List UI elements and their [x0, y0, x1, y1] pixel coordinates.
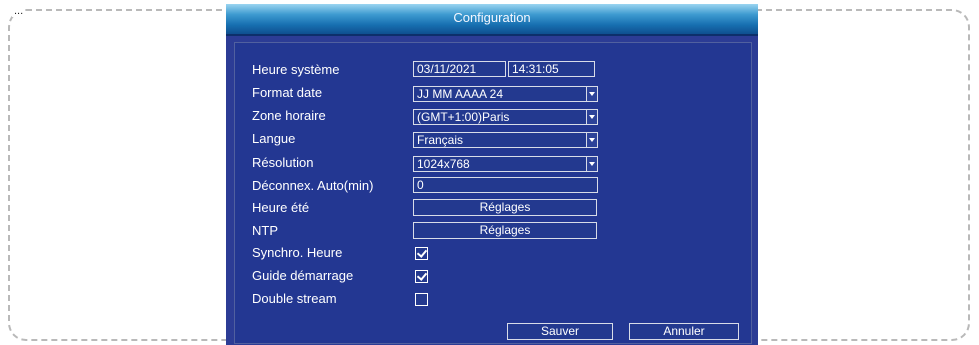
label-system-time: Heure système: [252, 62, 340, 77]
row-time-sync: Synchro. Heure: [235, 242, 751, 264]
auto-logout-input[interactable]: 0: [413, 177, 598, 193]
row-system-time: Heure système 03/11/2021 14:31:05: [235, 59, 751, 81]
configuration-dialog: Configuration Heure système 03/11/2021 1…: [226, 4, 758, 345]
resolution-select[interactable]: 1024x768: [413, 156, 598, 172]
dialog-title: Configuration: [226, 4, 758, 36]
language-select[interactable]: Français: [413, 132, 598, 148]
label-startup-guide: Guide démarrage: [252, 268, 354, 283]
daylight-saving-settings-button[interactable]: Réglages: [413, 199, 597, 216]
cancel-button[interactable]: Annuler: [629, 323, 739, 340]
label-daylight-saving: Heure été: [252, 200, 310, 215]
time-sync-checkbox[interactable]: [415, 247, 428, 260]
row-language: Langue Français: [235, 128, 751, 150]
double-stream-checkbox[interactable]: [415, 293, 428, 306]
ntp-settings-button[interactable]: Réglages: [413, 222, 597, 239]
chevron-down-icon[interactable]: [586, 133, 597, 147]
date-field[interactable]: 03/11/2021: [413, 61, 506, 77]
row-time-zone: Zone horaire (GMT+1:00)Paris: [235, 105, 751, 127]
label-double-stream: Double stream: [252, 291, 337, 306]
date-format-value: JJ MM AAAA 24: [417, 87, 504, 101]
label-time-sync: Synchro. Heure: [252, 245, 343, 260]
label-ntp: NTP: [252, 223, 278, 238]
label-auto-logout: Déconnex. Auto(min): [252, 178, 374, 193]
corner-label: ...: [12, 5, 26, 17]
chevron-down-icon[interactable]: [586, 87, 597, 101]
row-date-format: Format date JJ MM AAAA 24: [235, 82, 751, 104]
row-auto-logout: Déconnex. Auto(min) 0: [235, 175, 751, 197]
label-resolution: Résolution: [252, 155, 314, 170]
time-zone-select[interactable]: (GMT+1:00)Paris: [413, 109, 598, 125]
settings-panel: Heure système 03/11/2021 14:31:05 Format…: [234, 42, 752, 344]
row-ntp: NTP Réglages: [235, 220, 751, 242]
label-language: Langue: [252, 131, 296, 146]
chevron-down-icon[interactable]: [586, 110, 597, 124]
row-double-stream: Double stream: [235, 288, 751, 310]
row-daylight-saving: Heure été Réglages: [235, 197, 751, 219]
chevron-down-icon[interactable]: [586, 157, 597, 171]
resolution-value: 1024x768: [417, 157, 470, 171]
label-date-format: Format date: [252, 85, 323, 100]
check-mark-icon: [416, 270, 428, 281]
time-field[interactable]: 14:31:05: [508, 61, 595, 77]
save-button[interactable]: Sauver: [507, 323, 613, 340]
check-mark-icon: [416, 247, 428, 258]
time-zone-value: (GMT+1:00)Paris: [417, 110, 510, 124]
row-resolution: Résolution 1024x768: [235, 152, 751, 174]
label-time-zone: Zone horaire: [252, 108, 326, 123]
startup-guide-checkbox[interactable]: [415, 270, 428, 283]
language-value: Français: [417, 133, 464, 147]
date-format-select[interactable]: JJ MM AAAA 24: [413, 86, 598, 102]
row-startup-guide: Guide démarrage: [235, 265, 751, 287]
